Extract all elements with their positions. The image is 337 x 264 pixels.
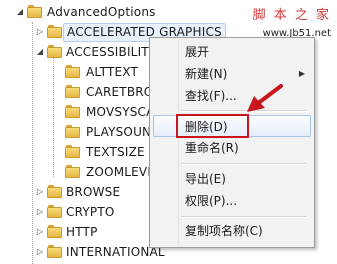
pointer-arrow-icon bbox=[247, 84, 283, 112]
folder-icon bbox=[47, 245, 63, 258]
expander-icon[interactable]: ◢ bbox=[16, 2, 24, 22]
menu-item-label: 展开 bbox=[185, 45, 210, 59]
expander-icon[interactable]: ▷ bbox=[36, 222, 44, 242]
tree-item-label: ACCESSIBILITY bbox=[66, 45, 157, 59]
tree-item-label: TEXTSIZE bbox=[86, 145, 145, 159]
expander-icon[interactable]: ◢ bbox=[36, 42, 44, 62]
watermark-title: 脚 本 之 家 bbox=[252, 8, 331, 23]
menu-separator bbox=[182, 163, 306, 165]
tree-item-label: ALTTEXT bbox=[86, 65, 139, 79]
menu-item-expand[interactable]: 展开 bbox=[153, 41, 311, 63]
tree-item-label: PLAYSOUN bbox=[86, 125, 152, 139]
folder-icon bbox=[65, 125, 81, 138]
tree-item-label: AdvancedOptions bbox=[47, 5, 156, 19]
folder-icon bbox=[65, 105, 81, 118]
menu-item-rename[interactable]: 重命名(R) bbox=[153, 137, 311, 159]
tree-item-label: HTTP bbox=[66, 225, 98, 239]
tree-guide-line bbox=[53, 57, 54, 177]
folder-icon bbox=[47, 185, 63, 198]
menu-item-label: 导出(E) bbox=[185, 172, 226, 186]
menu-item-find[interactable]: 查找(F)... bbox=[153, 85, 311, 107]
expander-icon[interactable]: ▷ bbox=[36, 182, 44, 202]
folder-icon bbox=[65, 145, 81, 158]
folder-icon bbox=[47, 25, 63, 38]
folder-icon bbox=[47, 225, 63, 238]
highlight-box bbox=[176, 114, 249, 138]
menu-item-label: 复制项名称(C) bbox=[185, 224, 263, 238]
menu-item-label: 重命名(R) bbox=[185, 141, 239, 155]
menu-item-export[interactable]: 导出(E) bbox=[153, 168, 311, 190]
folder-icon bbox=[65, 85, 81, 98]
menu-item-label: 权限(P)... bbox=[185, 194, 238, 208]
expander-icon[interactable]: ▷ bbox=[36, 242, 44, 262]
tree-item-label: BROWSE bbox=[66, 185, 121, 199]
tree-item-label: CARETBRO bbox=[86, 85, 154, 99]
tree-item-label: ZOOMLEVE bbox=[86, 165, 156, 179]
context-menu: 展开 新建(N) ▶ 查找(F)... 删除(D) 重命名(R) 导出(E) 权… bbox=[149, 37, 315, 248]
folder-icon bbox=[47, 205, 63, 218]
menu-item-copy-key-name[interactable]: 复制项名称(C) bbox=[153, 220, 311, 242]
menu-item-new[interactable]: 新建(N) ▶ bbox=[153, 63, 311, 85]
submenu-arrow-icon: ▶ bbox=[298, 69, 305, 78]
menu-item-permissions[interactable]: 权限(P)... bbox=[153, 190, 311, 212]
folder-open-icon bbox=[27, 5, 43, 18]
tree-guide-line bbox=[32, 22, 33, 264]
folder-open-icon bbox=[47, 45, 63, 58]
folder-icon bbox=[65, 65, 81, 78]
folder-icon bbox=[65, 165, 81, 178]
menu-item-label: 查找(F)... bbox=[185, 89, 237, 103]
menu-item-label: 新建(N) bbox=[185, 67, 228, 81]
expander-icon[interactable]: ▷ bbox=[36, 202, 44, 222]
menu-separator bbox=[182, 216, 306, 218]
tree-item-label: CRYPTO bbox=[66, 205, 115, 219]
menu-separator bbox=[182, 110, 306, 112]
tree-item-label: MOVSYSCA bbox=[86, 105, 155, 119]
watermark: 脚 本 之 家 www.Jb51.net bbox=[249, 4, 331, 39]
expander-icon[interactable]: ▷ bbox=[36, 22, 44, 42]
